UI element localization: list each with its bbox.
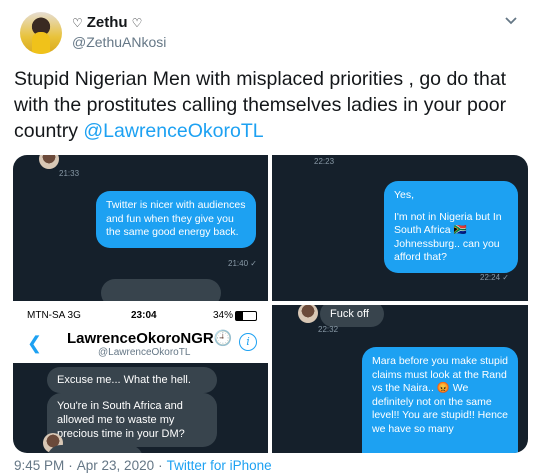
tweet-time[interactable]: 9:45 PM: [14, 458, 64, 473]
chevron-down-icon[interactable]: [501, 14, 521, 34]
dm-contact-name[interactable]: LawrenceOkoroNGR🕘: [67, 329, 232, 347]
carrier-label: MTN-SA 3G: [27, 310, 81, 321]
message-bubble: Mara before you make stupid claims must …: [362, 347, 518, 453]
phone-status-bar: MTN-SA 3G 23:04 34%: [13, 305, 268, 327]
tweet-date[interactable]: Apr 23, 2020: [77, 458, 154, 473]
timestamp: 21:40 ✓: [228, 259, 257, 268]
dm-contact-handle: @LawrenceOkoroTL: [98, 347, 191, 358]
screenshot-2[interactable]: 22:23 Yes, I'm not in Nigeria but In Sou…: [272, 155, 528, 301]
heart-icon: ♡: [72, 15, 83, 30]
dm-header: ❮ LawrenceOkoroNGR🕘 @LawrenceOkoroTL i: [13, 327, 268, 363]
author-handle[interactable]: @ZethuANkosi: [72, 34, 166, 50]
message-bubble: Yes, I'm not in Nigeria but In South Afr…: [384, 181, 518, 273]
timestamp: 22:24 ✓: [480, 273, 509, 282]
battery-icon: [235, 311, 257, 321]
back-arrow-icon[interactable]: ❮: [27, 333, 42, 354]
heart-icon: ♡: [131, 15, 143, 30]
message-line: Yes,: [394, 189, 415, 201]
tweet-header: ♡ Zethu ♡ @ZethuANkosi: [12, 8, 523, 60]
tweet-text: Stupid Nigerian Men with misplaced prior…: [14, 66, 522, 144]
timestamp: 22:32: [318, 325, 339, 334]
battery-percent: 34%: [213, 310, 234, 321]
screenshot-3[interactable]: MTN-SA 3G 23:04 34% ❮ LawrenceOkoroNGR🕘 …: [13, 305, 268, 453]
separator: ·: [68, 458, 73, 473]
contact-avatar: [298, 305, 318, 323]
message-bubble: What nonsense: [47, 445, 143, 453]
info-icon[interactable]: i: [239, 333, 257, 351]
message-bubble: Excuse me... What the hell.: [47, 367, 217, 393]
timestamp: 21:33: [59, 169, 80, 178]
clock: 23:04: [131, 310, 157, 321]
contact-avatar: [39, 155, 59, 169]
timestamp: 22:23: [314, 157, 335, 166]
screenshot-1[interactable]: 21:33 Twitter is nicer with audiences an…: [13, 155, 268, 301]
avatar[interactable]: [20, 12, 62, 54]
tweet-meta: 9:45 PM · Apr 23, 2020 · Twitter for iPh…: [14, 458, 272, 473]
author-name[interactable]: Zethu: [87, 14, 128, 31]
mention-link[interactable]: @LawrenceOkoroTL: [83, 120, 263, 142]
separator: ·: [158, 458, 163, 473]
screenshot-4[interactable]: Fuck off 22:32 Mara before you make stup…: [272, 305, 528, 453]
message-bubble: Twitter is nicer with audiences and fun …: [96, 191, 256, 248]
media-grid[interactable]: 21:33 Twitter is nicer with audiences an…: [13, 155, 528, 453]
author-name-line[interactable]: ♡ Zethu ♡: [72, 14, 142, 31]
message-bubble: [101, 279, 221, 301]
message-line: I'm not in Nigeria but In South Africa 🇿…: [394, 210, 502, 264]
message-bubble: Fuck off: [320, 305, 384, 327]
tweet-source[interactable]: Twitter for iPhone: [167, 458, 272, 473]
message-bubble: You're in South Africa and allowed me to…: [47, 393, 217, 447]
